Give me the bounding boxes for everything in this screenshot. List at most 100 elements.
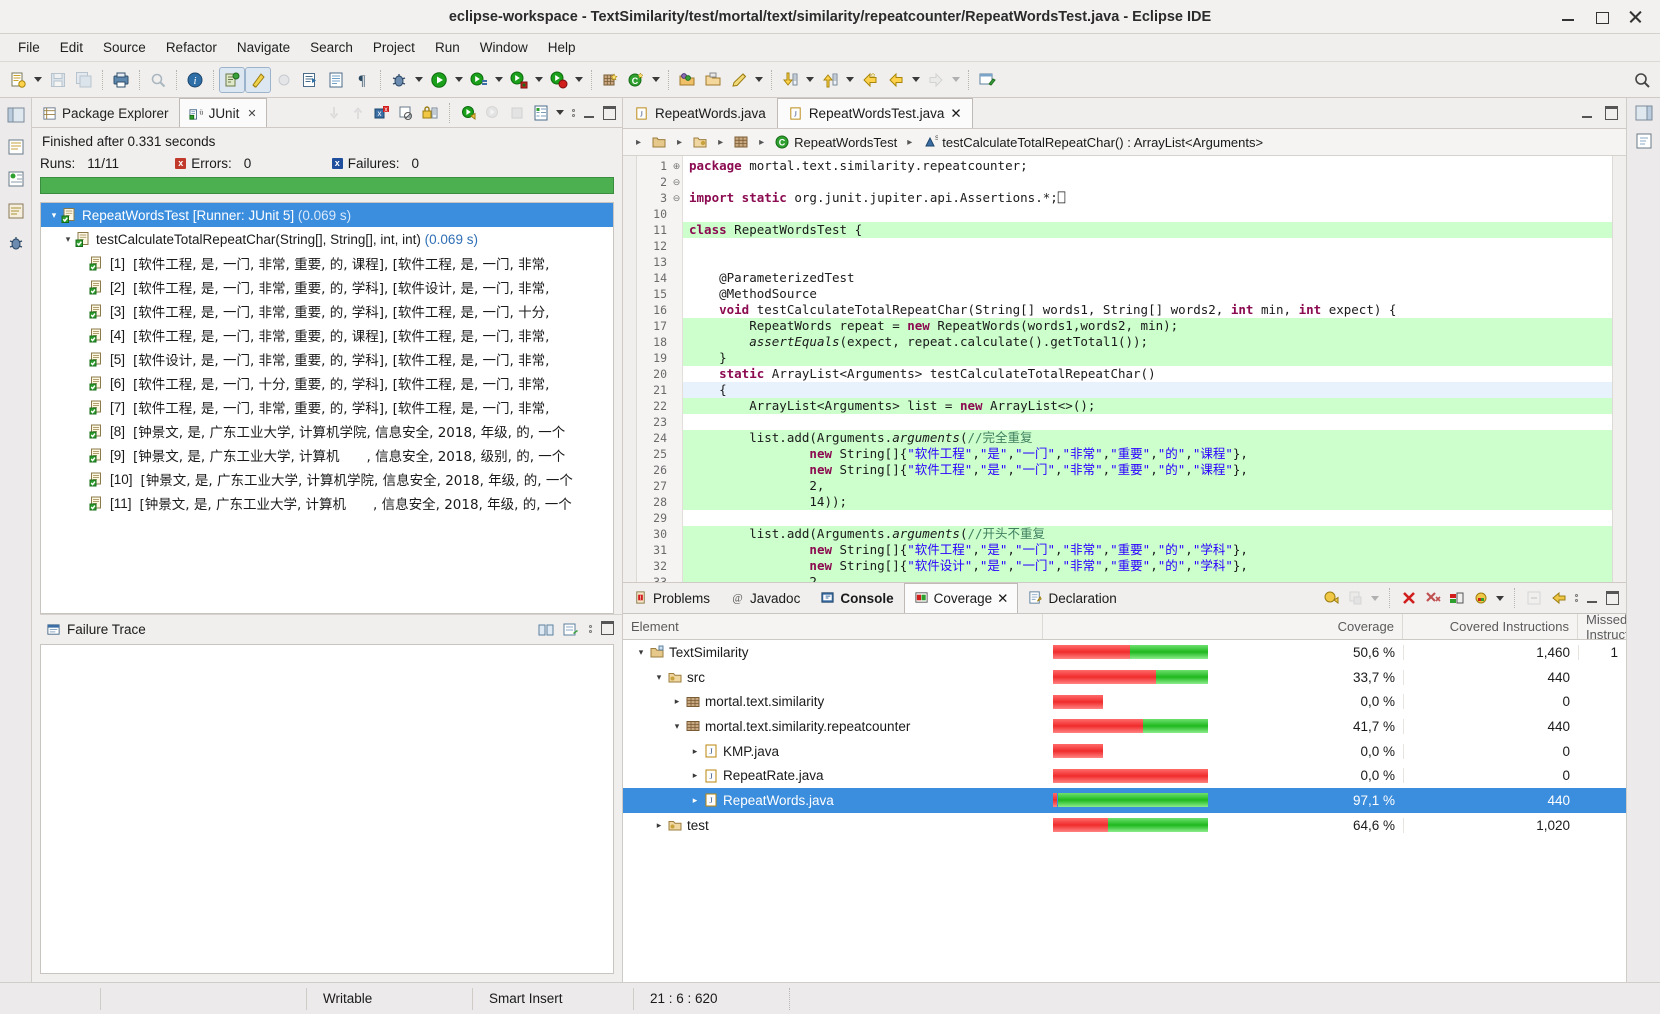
editor-folding-ruler[interactable]: ⊕ ⊖ ⊖ — [671, 156, 683, 582]
toggle-whitespace-icon[interactable] — [272, 68, 296, 92]
code-editor[interactable]: 1 2 3 10 11 12 13 14 15 16 17 18 19 20 21 22 23 24 25 26 27 2… — [623, 156, 1626, 582]
minimize-coverage-icon[interactable] — [1583, 589, 1601, 607]
junit-tree-case-5[interactable]: [5] [软件设计, 是, 一门, 非常, 重要, 的, 学科], [软件工程, … — [41, 347, 613, 371]
row-expander[interactable]: ▾ — [633, 647, 649, 658]
column-coverage[interactable]: Coverage — [1043, 614, 1403, 639]
toggle-markoccurrences-icon[interactable] — [219, 66, 245, 93]
menu-source[interactable]: Source — [93, 37, 156, 58]
tab-close-icon[interactable]: ✕ — [247, 107, 256, 120]
editor-tab-close-icon[interactable]: ✕ — [950, 106, 961, 122]
code-line[interactable] — [683, 510, 1612, 526]
tree-expander[interactable]: ▾ — [47, 210, 61, 221]
row-expander[interactable]: ▸ — [669, 696, 685, 707]
column-element[interactable]: Element — [623, 614, 1043, 639]
new-java-package-icon[interactable] — [598, 68, 622, 92]
junit-tree-case-3[interactable]: [3] [软件工程, 是, 一门, 非常, 重要, 的, 学科], [软件工程, … — [41, 299, 613, 323]
tab-declaration[interactable]: Declaration — [1018, 583, 1126, 613]
run-external-button[interactable] — [507, 68, 531, 92]
last-edit-location-icon[interactable] — [858, 68, 882, 92]
maximize-view-icon[interactable] — [600, 104, 618, 122]
minimize-button[interactable] — [1560, 9, 1576, 25]
menu-edit[interactable]: Edit — [50, 37, 93, 58]
test-run-history-icon[interactable] — [530, 102, 552, 124]
code-line[interactable]: assertEquals(expect, repeat.calculate().… — [683, 334, 1612, 350]
tab-close-icon[interactable]: ✕ — [997, 591, 1008, 607]
import-session-icon[interactable] — [1446, 587, 1468, 609]
open-type-icon[interactable] — [675, 68, 699, 92]
editor-overview-ruler[interactable] — [1612, 156, 1626, 582]
next-annotation-dropdown[interactable] — [804, 68, 816, 92]
code-line[interactable]: ArrayList<Arguments> list = new ArrayLis… — [683, 398, 1612, 414]
junit-tree-case-9[interactable]: [9] [钟景文, 是, 广东工业大学, 计算机 , 信息安全, 2018, 级别… — [41, 443, 613, 467]
junit-tree-method[interactable]: ▾ testCalculateTotalRepeatChar(String[], … — [41, 227, 613, 251]
relaunch-coverage-icon[interactable] — [1321, 587, 1343, 609]
coverage-view-menu-icon[interactable] — [1571, 588, 1581, 608]
merge-sessions-icon[interactable] — [1345, 587, 1367, 609]
lock-scroll-icon[interactable] — [419, 102, 441, 124]
new-wizard-button[interactable] — [6, 68, 30, 92]
edit-marker-icon[interactable] — [727, 68, 751, 92]
breadcrumb-project[interactable] — [648, 133, 670, 151]
merge-sessions-dropdown[interactable] — [1369, 586, 1381, 610]
debug-rail-icon[interactable] — [5, 232, 27, 254]
outline-right-rail-icon[interactable] — [1633, 130, 1655, 152]
prev-annotation-dropdown[interactable] — [844, 68, 856, 92]
menu-file[interactable]: File — [8, 37, 50, 58]
code-line[interactable]: import static org.junit.jupiter.api.Asse… — [683, 190, 1612, 206]
junit-tree-case-10[interactable]: [10] [钟景文, 是, 广东工业大学, 计算机学院, 信息安全, 2018, … — [41, 467, 613, 491]
row-expander[interactable]: ▸ — [687, 746, 703, 757]
run-button[interactable] — [427, 68, 451, 92]
save-all-button[interactable] — [72, 68, 96, 92]
save-button[interactable] — [46, 68, 70, 92]
row-expander[interactable]: ▸ — [651, 820, 667, 831]
new-wizard-dropdown[interactable] — [32, 68, 44, 92]
junit-view-menu-dropdown[interactable] — [554, 101, 566, 125]
coverage-dropdown[interactable] — [493, 68, 505, 92]
tab-package-explorer[interactable]: Package Explorer — [32, 98, 179, 127]
outline-rail-icon[interactable] — [5, 200, 27, 222]
editor-code-area[interactable]: package mortal.text.similarity.repeatcou… — [683, 156, 1612, 582]
maximize-coverage-icon[interactable] — [1603, 589, 1621, 607]
code-line[interactable] — [683, 254, 1612, 270]
rerun-failed-icon[interactable] — [482, 102, 504, 124]
code-line[interactable] — [683, 414, 1612, 430]
menu-window[interactable]: Window — [470, 37, 538, 58]
code-line[interactable]: package mortal.text.similarity.repeatcou… — [683, 158, 1612, 174]
code-line[interactable]: static ArrayList<Arguments> testCalculat… — [683, 366, 1612, 382]
junit-rail-icon[interactable] — [5, 168, 27, 190]
junit-test-tree[interactable]: ▾ RepeatWordsTest [Runner: JUnit 5] (0.06… — [40, 202, 614, 614]
menu-navigate[interactable]: Navigate — [227, 37, 300, 58]
menu-help[interactable]: Help — [538, 37, 586, 58]
code-line[interactable]: void testCalculateTotalRepeatChar(String… — [683, 302, 1612, 318]
code-line[interactable]: } — [683, 350, 1612, 366]
code-line[interactable]: @MethodSource — [683, 286, 1612, 302]
editor-tab-repeatwordstest[interactable]: J RepeatWordsTest.java ✕ — [776, 98, 973, 128]
restore-right-perspective-icon[interactable] — [1633, 102, 1655, 124]
prev-failure-icon[interactable] — [347, 102, 369, 124]
rerun-test-icon[interactable] — [458, 102, 480, 124]
editor-annotation-ruler[interactable] — [623, 156, 637, 582]
code-line[interactable]: 2, — [683, 478, 1612, 494]
forward-icon[interactable] — [924, 68, 948, 92]
coverage-row[interactable]: ▸ J RepeatRate.java 0,0 % 0 — [623, 763, 1626, 788]
junit-tree-case-7[interactable]: [7] [软件工程, 是, 一门, 非常, 重要, 的, 学科], [软件工程, … — [41, 395, 613, 419]
coverage-row[interactable]: ▾ src 33,7 % 440 — [623, 665, 1626, 690]
code-line[interactable]: list.add(Arguments.arguments(//开头不重复 — [683, 526, 1612, 542]
code-line[interactable] — [683, 174, 1612, 190]
coverage-row[interactable]: ▸ J RepeatWords.java 97,1 % 440 — [623, 788, 1626, 813]
maximize-failure-trace-icon[interactable] — [598, 619, 616, 637]
package-explorer-rail-icon[interactable] — [5, 136, 27, 158]
tab-problems[interactable]: ! Problems — [623, 583, 720, 613]
junit-tree-case-4[interactable]: [4] [软件工程, 是, 一门, 非常, 重要, 的, 课程], [软件工程, … — [41, 323, 613, 347]
prev-annotation-icon[interactable] — [818, 68, 842, 92]
coverage-row[interactable]: ▸ J KMP.java 0,0 % 0 — [623, 739, 1626, 764]
code-line[interactable]: new String[]{"软件工程","是","一门","非常","重要","… — [683, 446, 1612, 462]
new-class-dropdown[interactable] — [650, 68, 662, 92]
coverage-settings-icon[interactable] — [1470, 587, 1492, 609]
show-failures-only-icon[interactable]: xx — [371, 102, 393, 124]
junit-tree-case-1[interactable]: [1] [软件工程, 是, 一门, 非常, 重要, 的, 课程], [软件工程, … — [41, 251, 613, 275]
code-line[interactable] — [683, 238, 1612, 254]
back-icon[interactable] — [884, 68, 908, 92]
restore-perspective-icon[interactable] — [5, 104, 27, 126]
tab-javadoc[interactable]: @ Javadoc — [720, 583, 810, 613]
